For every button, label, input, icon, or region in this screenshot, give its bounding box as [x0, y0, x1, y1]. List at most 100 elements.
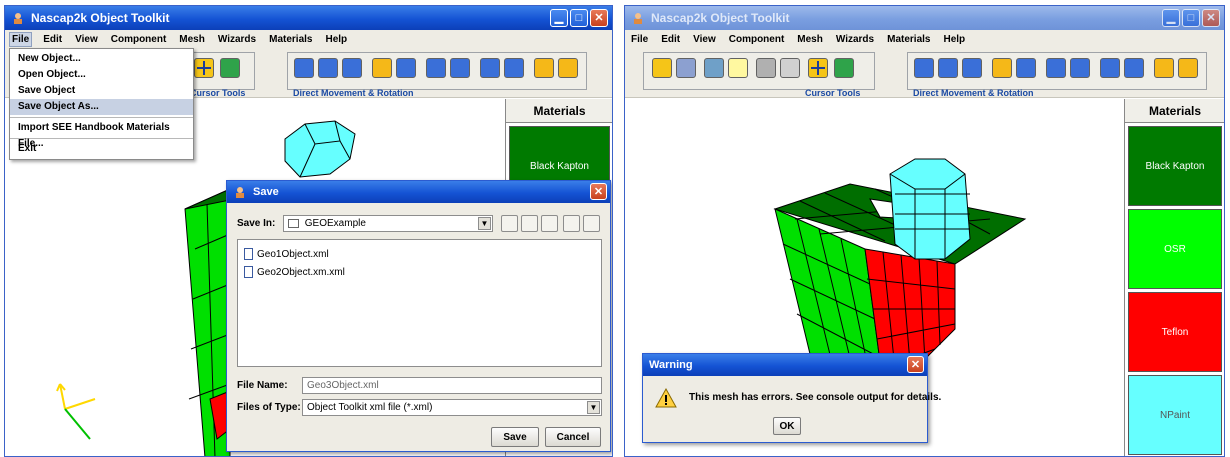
- cancel-button[interactable]: Cancel: [545, 427, 601, 447]
- material-label: Teflon: [1161, 326, 1189, 338]
- move-center-icon[interactable]: [318, 58, 338, 78]
- pan-tool-icon[interactable]: [194, 58, 214, 78]
- menu-help[interactable]: Help: [941, 33, 967, 46]
- warning-message: This mesh has errors. See console output…: [689, 392, 942, 403]
- move-left-icon[interactable]: [294, 58, 314, 78]
- close-button[interactable]: ✕: [590, 9, 608, 27]
- material-label: Black Kapton: [1145, 160, 1205, 172]
- left-titlebar[interactable]: Nascap2k Object Toolkit ▁ □ ✕: [5, 6, 612, 30]
- menu-mesh[interactable]: Mesh: [795, 33, 825, 46]
- file-list[interactable]: Geo1Object.xml Geo2Object.xm.xml: [237, 239, 602, 367]
- sphere-view-icon[interactable]: [756, 58, 776, 78]
- menu-mesh[interactable]: Mesh: [177, 33, 207, 46]
- menu-item-open-object[interactable]: Open Object...: [10, 67, 193, 83]
- light-view-icon[interactable]: [728, 58, 748, 78]
- rotate-1-icon[interactable]: [426, 58, 446, 78]
- menu-item-save-object-as[interactable]: Save Object As...: [10, 99, 193, 115]
- close-button[interactable]: ✕: [1202, 9, 1220, 27]
- menu-edit[interactable]: Edit: [659, 33, 682, 46]
- save-in-label: Save In:: [237, 218, 276, 229]
- list-item[interactable]: Geo1Object.xml: [244, 248, 329, 260]
- rotate-ccw-icon[interactable]: [1154, 58, 1174, 78]
- rotate-2-icon[interactable]: [1070, 58, 1090, 78]
- menu-item-import-see[interactable]: Import SEE Handbook Materials File...: [10, 120, 193, 149]
- right-titlebar[interactable]: Nascap2k Object Toolkit ▁ □ ✕: [625, 6, 1224, 30]
- cursor-tools-label: Cursor Tools: [190, 88, 246, 98]
- rotate-cw-icon[interactable]: [1178, 58, 1198, 78]
- minimize-button[interactable]: ▁: [1162, 9, 1180, 27]
- shape-view-icon[interactable]: [780, 58, 800, 78]
- face-side-icon[interactable]: [1016, 58, 1036, 78]
- menu-component[interactable]: Component: [727, 33, 787, 46]
- dialog-close-button[interactable]: ✕: [590, 183, 607, 200]
- globe-tool-icon[interactable]: [834, 58, 854, 78]
- warning-dialog-titlebar[interactable]: Warning ✕: [643, 354, 927, 376]
- folder-icon: [288, 218, 299, 228]
- warning-dialog-title: Warning: [649, 359, 693, 371]
- face-front-icon[interactable]: [372, 58, 392, 78]
- list-item[interactable]: Geo2Object.xm.xml: [244, 266, 345, 278]
- move-left-icon[interactable]: [914, 58, 934, 78]
- face-side-icon[interactable]: [396, 58, 416, 78]
- pan-tool-icon[interactable]: [808, 58, 828, 78]
- right-toolbar: Cursor Tools Direct Movement & Rotation: [625, 48, 1224, 98]
- maximize-button[interactable]: □: [570, 9, 588, 27]
- right-menubar: File Edit View Component Mesh Wizards Ma…: [625, 30, 1224, 48]
- menu-file[interactable]: File: [629, 33, 650, 46]
- details-view-icon[interactable]: [583, 215, 600, 232]
- material-teflon[interactable]: Teflon: [1128, 292, 1222, 372]
- home-folder-icon[interactable]: [521, 215, 538, 232]
- up-folder-icon[interactable]: [501, 215, 518, 232]
- menu-view[interactable]: View: [691, 33, 718, 46]
- files-of-type-combo[interactable]: Object Toolkit xml file (*.xml) ▼: [302, 399, 602, 416]
- minimize-button[interactable]: ▁: [550, 9, 568, 27]
- menu-item-save-object[interactable]: Save Object: [10, 83, 193, 99]
- menu-materials[interactable]: Materials: [885, 33, 932, 46]
- save-dialog-titlebar[interactable]: Save ✕: [227, 181, 610, 203]
- save-in-combo[interactable]: GEOExample ▼: [283, 215, 493, 232]
- file-name-input[interactable]: Geo3Object.xml: [302, 377, 602, 394]
- rotate-3-icon[interactable]: [480, 58, 500, 78]
- list-view-icon[interactable]: [563, 215, 580, 232]
- left-window-title: Nascap2k Object Toolkit: [31, 11, 170, 25]
- menu-help[interactable]: Help: [323, 33, 349, 46]
- new-folder-icon[interactable]: [541, 215, 558, 232]
- direct-movement-group: [287, 52, 587, 90]
- material-osr[interactable]: OSR: [1128, 209, 1222, 289]
- rotate-ccw-icon[interactable]: [534, 58, 554, 78]
- rotate-4-icon[interactable]: [1124, 58, 1144, 78]
- wireframe-view-icon[interactable]: [676, 58, 696, 78]
- cursor-tools-group: [185, 52, 255, 90]
- move-right-icon[interactable]: [342, 58, 362, 78]
- right-app-window: Nascap2k Object Toolkit ▁ □ ✕ File Edit …: [624, 5, 1225, 457]
- rotate-3-icon[interactable]: [1100, 58, 1120, 78]
- rotate-4-icon[interactable]: [504, 58, 524, 78]
- save-dialog: Save ✕ Save In: GEOExample ▼ Geo1Object.…: [226, 180, 611, 452]
- menu-materials[interactable]: Materials: [267, 33, 314, 46]
- globe-tool-icon[interactable]: [220, 58, 240, 78]
- dialog-close-button[interactable]: ✕: [907, 356, 924, 373]
- cube-view-icon[interactable]: [652, 58, 672, 78]
- move-right-icon[interactable]: [962, 58, 982, 78]
- cursor-tools-group: [643, 52, 875, 90]
- face-front-icon[interactable]: [992, 58, 1012, 78]
- material-npaint[interactable]: NPaint: [1128, 375, 1222, 455]
- menu-edit[interactable]: Edit: [41, 33, 64, 46]
- maximize-button[interactable]: □: [1182, 9, 1200, 27]
- menu-file[interactable]: File: [9, 31, 33, 47]
- material-black-kapton[interactable]: Black Kapton: [1128, 126, 1222, 206]
- box-view-icon[interactable]: [704, 58, 724, 78]
- ok-button[interactable]: OK: [773, 417, 801, 435]
- rotate-1-icon[interactable]: [1046, 58, 1066, 78]
- menu-component[interactable]: Component: [109, 33, 169, 46]
- rotate-cw-icon[interactable]: [558, 58, 578, 78]
- move-center-icon[interactable]: [938, 58, 958, 78]
- chevron-down-icon[interactable]: ▼: [587, 401, 600, 414]
- chevron-down-icon[interactable]: ▼: [478, 217, 491, 230]
- rotate-2-icon[interactable]: [450, 58, 470, 78]
- menu-wizards[interactable]: Wizards: [216, 33, 258, 46]
- save-button[interactable]: Save: [491, 427, 539, 447]
- menu-view[interactable]: View: [73, 33, 100, 46]
- menu-wizards[interactable]: Wizards: [834, 33, 876, 46]
- menu-item-new-object[interactable]: New Object...: [10, 51, 193, 67]
